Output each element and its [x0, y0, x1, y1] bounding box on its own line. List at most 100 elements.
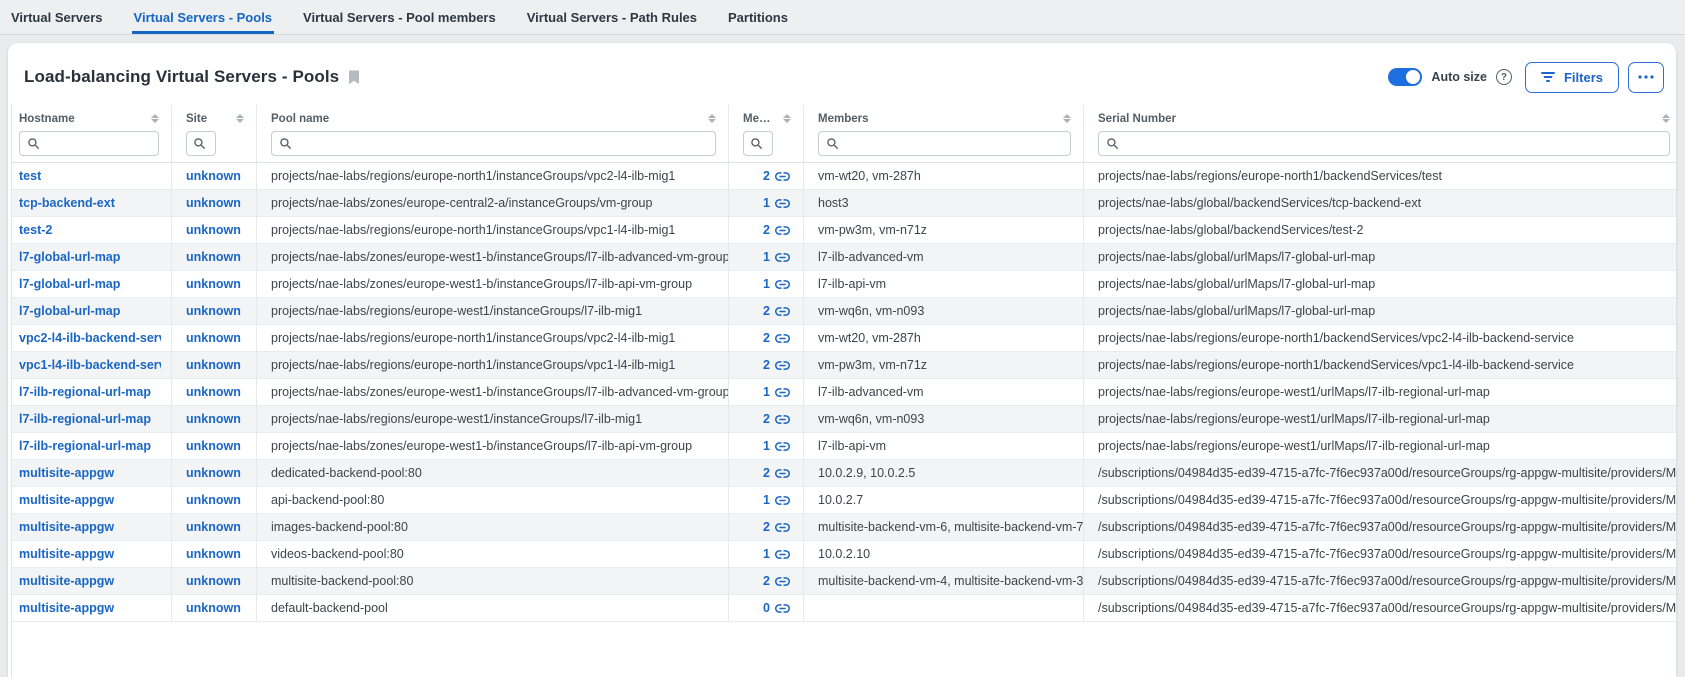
hostname-link[interactable]: multisite-appgw [19, 547, 114, 561]
bookmark-icon[interactable] [348, 70, 360, 85]
table-row[interactable]: tcp-backend-ext unknown projects/nae-lab… [12, 190, 1676, 217]
site-link[interactable]: unknown [186, 493, 246, 507]
site-link[interactable]: unknown [186, 358, 246, 372]
member-count-link[interactable]: 2 [763, 169, 790, 183]
link-icon[interactable] [775, 306, 790, 317]
link-icon[interactable] [775, 468, 790, 479]
link-icon[interactable] [775, 360, 790, 371]
table-row[interactable]: l7-global-url-map unknown projects/nae-l… [12, 271, 1676, 298]
hostname-link[interactable]: test [19, 169, 41, 183]
search-input-serial_number[interactable] [1098, 131, 1670, 156]
table-row[interactable]: vpc1-l4-ilb-backend-service unknown proj… [12, 352, 1676, 379]
hostname-link[interactable]: l7-global-url-map [19, 304, 120, 318]
hostname-link[interactable]: tcp-backend-ext [19, 196, 115, 210]
link-icon[interactable] [775, 495, 790, 506]
site-link[interactable]: unknown [186, 331, 246, 345]
search-input-member_count[interactable] [743, 131, 773, 156]
sort-icon[interactable] [151, 114, 159, 123]
member-count-link[interactable]: 1 [763, 277, 790, 291]
table-row[interactable]: multisite-appgw unknown dedicated-backen… [12, 460, 1676, 487]
member-count-link[interactable]: 2 [763, 331, 790, 345]
member-count-link[interactable]: 1 [763, 493, 790, 507]
site-link[interactable]: unknown [186, 169, 246, 183]
filters-button[interactable]: Filters [1525, 62, 1619, 93]
hostname-link[interactable]: l7-global-url-map [19, 277, 120, 291]
link-icon[interactable] [775, 576, 790, 587]
member-count-link[interactable]: 2 [763, 358, 790, 372]
site-link[interactable]: unknown [186, 412, 246, 426]
table-row[interactable]: multisite-appgw unknown videos-backend-p… [12, 541, 1676, 568]
sort-icon[interactable] [236, 114, 244, 123]
table-row[interactable]: test-2 unknown projects/nae-labs/regions… [12, 217, 1676, 244]
tab-partitions[interactable]: Partitions [726, 0, 790, 34]
hostname-link[interactable]: multisite-appgw [19, 520, 114, 534]
member-count-link[interactable]: 2 [763, 304, 790, 318]
search-input-pool_name[interactable] [271, 131, 716, 156]
tab-virtual-servers-path-rules[interactable]: Virtual Servers - Path Rules [525, 0, 699, 34]
hostname-link[interactable]: test-2 [19, 223, 52, 237]
member-count-link[interactable]: 1 [763, 196, 790, 210]
hostname-link[interactable]: multisite-appgw [19, 601, 114, 615]
site-link[interactable]: unknown [186, 250, 246, 264]
tab-virtual-servers[interactable]: Virtual Servers [9, 0, 105, 34]
link-icon[interactable] [775, 441, 790, 452]
table-row[interactable]: multisite-appgw unknown multisite-backen… [12, 568, 1676, 595]
member-count-link[interactable]: 2 [763, 574, 790, 588]
search-input-hostname[interactable] [19, 131, 159, 156]
site-link[interactable]: unknown [186, 277, 246, 291]
search-input-members[interactable] [818, 131, 1071, 156]
site-link[interactable]: unknown [186, 196, 246, 210]
table-row[interactable]: multisite-appgw unknown images-backend-p… [12, 514, 1676, 541]
sort-icon[interactable] [783, 114, 791, 123]
tab-virtual-servers-pools[interactable]: Virtual Servers - Pools [132, 0, 275, 34]
hostname-link[interactable]: multisite-appgw [19, 493, 114, 507]
site-link[interactable]: unknown [186, 466, 246, 480]
member-count-link[interactable]: 2 [763, 412, 790, 426]
member-count-link[interactable]: 1 [763, 547, 790, 561]
site-link[interactable]: unknown [186, 439, 246, 453]
hostname-link[interactable]: l7-ilb-regional-url-map [19, 385, 151, 399]
member-count-link[interactable]: 1 [763, 439, 790, 453]
site-link[interactable]: unknown [186, 223, 246, 237]
table-row[interactable]: multisite-appgw unknown api-backend-pool… [12, 487, 1676, 514]
site-link[interactable]: unknown [186, 385, 246, 399]
table-row[interactable]: l7-ilb-regional-url-map unknown projects… [12, 379, 1676, 406]
table-row[interactable]: l7-ilb-regional-url-map unknown projects… [12, 406, 1676, 433]
link-icon[interactable] [775, 333, 790, 344]
member-count-link[interactable]: 2 [763, 520, 790, 534]
search-input-site[interactable] [186, 131, 216, 156]
site-link[interactable]: unknown [186, 547, 246, 561]
member-count-link[interactable]: 0 [763, 601, 790, 615]
site-link[interactable]: unknown [186, 601, 246, 615]
hostname-link[interactable]: multisite-appgw [19, 466, 114, 480]
link-icon[interactable] [775, 387, 790, 398]
link-icon[interactable] [775, 279, 790, 290]
site-link[interactable]: unknown [186, 304, 246, 318]
link-icon[interactable] [775, 603, 790, 614]
member-count-link[interactable]: 1 [763, 385, 790, 399]
link-icon[interactable] [775, 198, 790, 209]
table-row[interactable]: l7-global-url-map unknown projects/nae-l… [12, 244, 1676, 271]
link-icon[interactable] [775, 522, 790, 533]
help-icon[interactable]: ? [1496, 69, 1512, 85]
site-link[interactable]: unknown [186, 520, 246, 534]
table-row[interactable]: l7-global-url-map unknown projects/nae-l… [12, 298, 1676, 325]
hostname-link[interactable]: l7-ilb-regional-url-map [19, 439, 151, 453]
table-row[interactable]: test unknown projects/nae-labs/regions/e… [12, 163, 1676, 190]
link-icon[interactable] [775, 225, 790, 236]
site-link[interactable]: unknown [186, 574, 246, 588]
more-options-button[interactable] [1628, 62, 1664, 93]
tab-virtual-servers-pool-members[interactable]: Virtual Servers - Pool members [301, 0, 498, 34]
hostname-link[interactable]: l7-global-url-map [19, 250, 120, 264]
hostname-link[interactable]: l7-ilb-regional-url-map [19, 412, 151, 426]
sort-icon[interactable] [1063, 114, 1071, 123]
member-count-link[interactable]: 2 [763, 223, 790, 237]
member-count-link[interactable]: 2 [763, 466, 790, 480]
table-row[interactable]: l7-ilb-regional-url-map unknown projects… [12, 433, 1676, 460]
sort-icon[interactable] [1662, 114, 1670, 123]
table-row[interactable]: multisite-appgw unknown default-backend-… [12, 595, 1676, 622]
hostname-link[interactable]: multisite-appgw [19, 574, 114, 588]
auto-size-toggle[interactable] [1388, 68, 1422, 86]
link-icon[interactable] [775, 549, 790, 560]
member-count-link[interactable]: 1 [763, 250, 790, 264]
